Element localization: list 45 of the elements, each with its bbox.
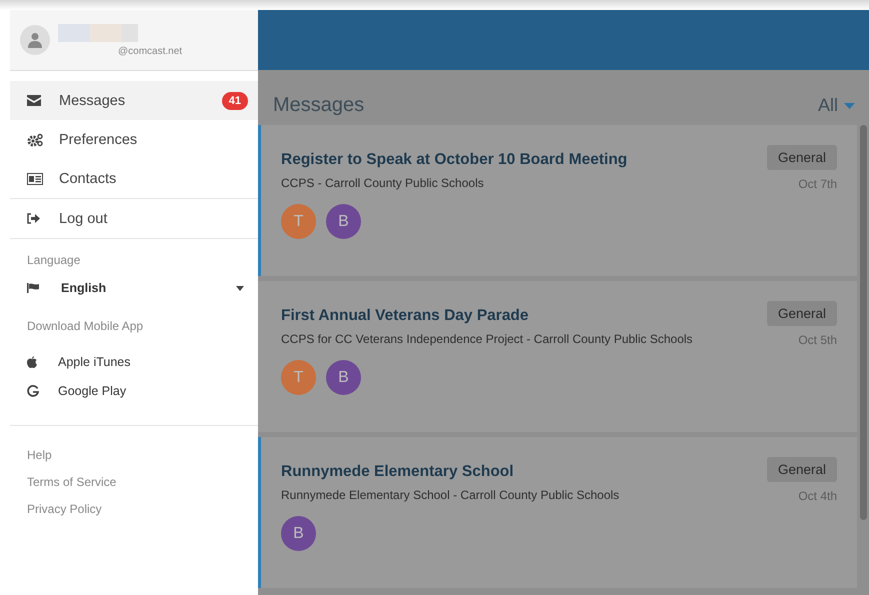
scrollbar-thumb[interactable] [860, 125, 866, 520]
message-date: Oct 5th [798, 333, 837, 347]
footer-link[interactable]: Privacy Policy [27, 502, 241, 516]
language-heading: Language [27, 253, 82, 267]
envelope-icon [27, 95, 41, 106]
initial-avatar: T [281, 360, 316, 395]
message-title: Register to Speak at October 10 Board Meeting [281, 151, 628, 169]
message-title: Runnymede Elementary School [281, 463, 515, 481]
message-card[interactable]: First Annual Veterans Day Parade CCPS for CC Veterans Independence Project - Carroll County Public Schools T B General Oct 5th [258, 281, 857, 432]
store-link[interactable]: Apple iTunes [27, 347, 258, 376]
language-dropdown[interactable]: English [27, 281, 258, 295]
message-title: First Annual Veterans Day Parade [281, 307, 530, 325]
logout-icon [27, 213, 40, 224]
message-sender: CCPS - Carroll County Public Schools [281, 176, 485, 190]
message-date: Oct 4th [798, 489, 837, 503]
category-tag: General [766, 145, 837, 170]
initial-avatar: T [281, 204, 316, 239]
nav-item[interactable]: Messages 41 [10, 81, 258, 120]
message-sender: Runnymede Elementary School - Carroll County Public Schools [281, 488, 620, 502]
download-heading: Download Mobile App [27, 319, 144, 333]
category-tag: General [766, 457, 837, 482]
contact-card-icon [27, 172, 43, 184]
store-link[interactable]: Google Play [27, 376, 258, 405]
user-avatar-icon [20, 25, 50, 55]
message-card[interactable]: Register to Speak at October 10 Board Meeting CCPS - Carroll County Public Schools T B General Oct 7th [258, 125, 857, 276]
google-g-icon [27, 384, 39, 396]
caret-icon [844, 102, 855, 108]
page-title: Messages [273, 94, 364, 117]
footer-link[interactable]: Terms of Service [27, 475, 241, 489]
flag-icon [27, 283, 39, 293]
nav-item[interactable]: Contacts [10, 159, 258, 198]
footer-link[interactable]: Help [27, 448, 241, 462]
gears-icon [27, 132, 43, 146]
initial-avatar: B [281, 516, 316, 551]
unread-count-badge: 41 [222, 92, 248, 110]
message-card[interactable]: Runnymede Elementary School Runnymede Elementary School - Carroll County Public Schools B General Oct 4th [258, 437, 857, 588]
caret-icon [236, 286, 244, 290]
message-sender: CCPS for CC Veterans Independence Project - Carroll County Public Schools [281, 332, 694, 346]
category-tag: General [766, 301, 837, 326]
account-email: @comcast.net [118, 46, 182, 56]
initial-avatar: B [326, 360, 361, 395]
message-date: Oct 7th [798, 177, 837, 191]
apple-icon [27, 356, 37, 368]
initial-avatar: B [326, 204, 361, 239]
nav-item[interactable]: Preferences [10, 120, 258, 159]
